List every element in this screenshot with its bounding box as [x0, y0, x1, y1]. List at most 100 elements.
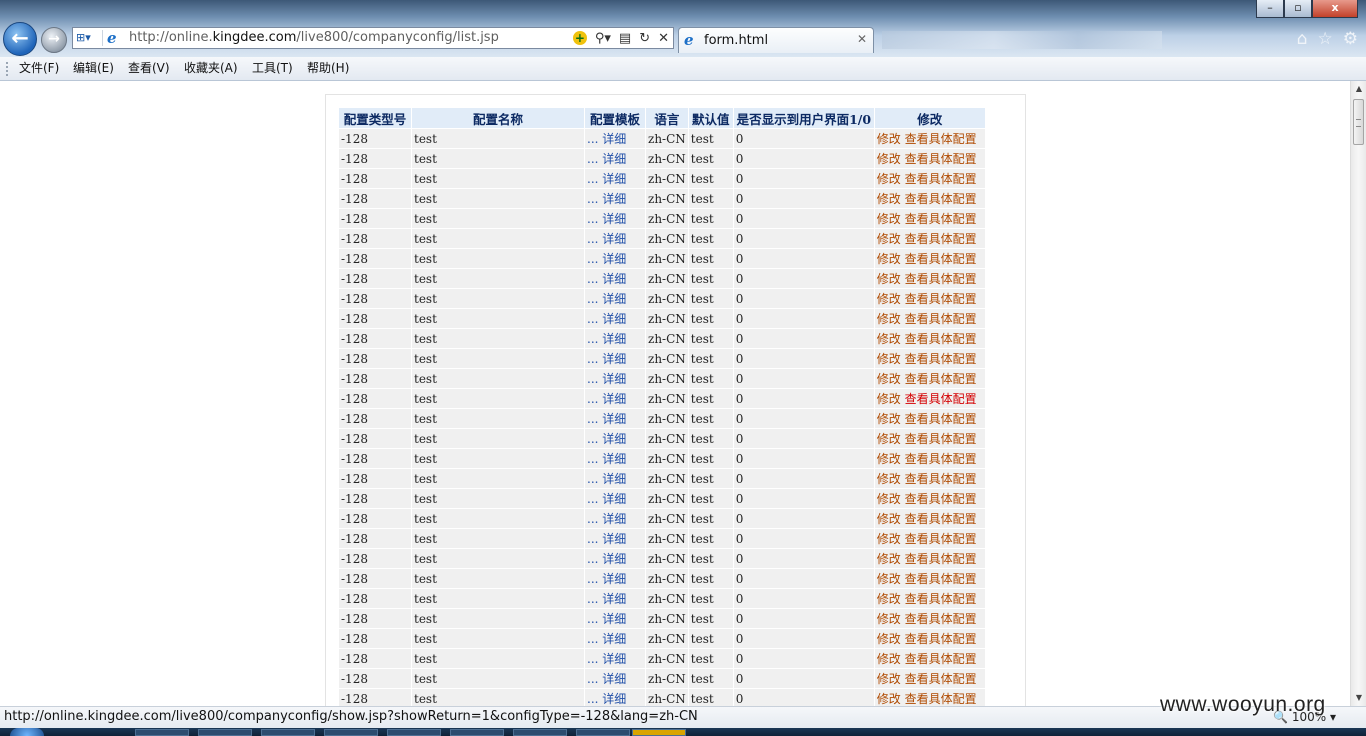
detail-link[interactable]: 详细 [602, 552, 626, 566]
edit-link[interactable]: 修改 [877, 392, 901, 406]
detail-link[interactable]: 详细 [602, 692, 626, 706]
template-dots-link[interactable]: ... [587, 152, 598, 166]
view-config-link[interactable]: 查看具体配置 [905, 512, 977, 526]
detail-link[interactable]: 详细 [602, 312, 626, 326]
detail-link[interactable]: 详细 [602, 252, 626, 266]
address-url[interactable]: http://online.kingdee.com/live800/compan… [129, 28, 499, 48]
edit-link[interactable]: 修改 [877, 172, 901, 186]
edit-link[interactable]: 修改 [877, 452, 901, 466]
template-dots-link[interactable]: ... [587, 372, 598, 386]
edit-link[interactable]: 修改 [877, 632, 901, 646]
detail-link[interactable]: 详细 [602, 332, 626, 346]
detail-link[interactable]: 详细 [602, 472, 626, 486]
template-dots-link[interactable]: ... [587, 692, 598, 706]
detail-link[interactable]: 详细 [602, 632, 626, 646]
template-dots-link[interactable]: ... [587, 452, 598, 466]
view-config-link[interactable]: 查看具体配置 [905, 652, 977, 666]
detail-link[interactable]: 详细 [602, 232, 626, 246]
view-config-link[interactable]: 查看具体配置 [905, 452, 977, 466]
view-config-link[interactable]: 查看具体配置 [905, 492, 977, 506]
view-config-link[interactable]: 查看具体配置 [905, 572, 977, 586]
view-config-link[interactable]: 查看具体配置 [905, 192, 977, 206]
edit-link[interactable]: 修改 [877, 252, 901, 266]
edit-link[interactable]: 修改 [877, 272, 901, 286]
scroll-thumb[interactable] [1353, 99, 1364, 145]
edit-link[interactable]: 修改 [877, 212, 901, 226]
minimize-button[interactable]: – [1256, 0, 1284, 18]
template-dots-link[interactable]: ... [587, 292, 598, 306]
edit-link[interactable]: 修改 [877, 432, 901, 446]
back-button[interactable]: ← [3, 22, 37, 56]
vertical-scrollbar[interactable]: ▲ ▼ [1350, 81, 1366, 706]
template-dots-link[interactable]: ... [587, 552, 598, 566]
template-dots-link[interactable]: ... [587, 332, 598, 346]
forward-button[interactable]: → [41, 27, 67, 53]
view-config-link[interactable]: 查看具体配置 [905, 372, 977, 386]
detail-link[interactable]: 详细 [602, 492, 626, 506]
search-icon[interactable]: ⚲▾ [595, 31, 611, 46]
maximize-button[interactable]: ▫ [1284, 0, 1312, 18]
detail-link[interactable]: 详细 [602, 532, 626, 546]
template-dots-link[interactable]: ... [587, 132, 598, 146]
edit-link[interactable]: 修改 [877, 652, 901, 666]
detail-link[interactable]: 详细 [602, 452, 626, 466]
edit-link[interactable]: 修改 [877, 152, 901, 166]
home-icon[interactable]: ⌂ [1297, 29, 1308, 49]
detail-link[interactable]: 详细 [602, 272, 626, 286]
menu-view[interactable]: 查看(V) [124, 57, 174, 80]
template-dots-link[interactable]: ... [587, 512, 598, 526]
detail-link[interactable]: 详细 [602, 572, 626, 586]
edit-link[interactable]: 修改 [877, 472, 901, 486]
address-bar[interactable]: ⊞▾ e http://online.kingdee.com/live800/c… [72, 27, 674, 49]
stop-icon[interactable]: ✕ [658, 31, 669, 46]
taskbar-app-5[interactable] [387, 729, 441, 736]
edit-link[interactable]: 修改 [877, 412, 901, 426]
view-config-link[interactable]: 查看具体配置 [905, 692, 977, 706]
view-config-link[interactable]: 查看具体配置 [905, 612, 977, 626]
detail-link[interactable]: 详细 [602, 132, 626, 146]
template-dots-link[interactable]: ... [587, 212, 598, 226]
detail-link[interactable]: 详细 [602, 372, 626, 386]
view-config-link[interactable]: 查看具体配置 [905, 352, 977, 366]
detail-link[interactable]: 详细 [602, 592, 626, 606]
template-dots-link[interactable]: ... [587, 432, 598, 446]
template-dots-link[interactable]: ... [587, 592, 598, 606]
edit-link[interactable]: 修改 [877, 492, 901, 506]
tab-close-icon[interactable]: ✕ [857, 32, 867, 46]
rss-icon[interactable]: ▤ [619, 31, 631, 46]
edit-link[interactable]: 修改 [877, 592, 901, 606]
edit-link[interactable]: 修改 [877, 372, 901, 386]
taskbar-app-3[interactable] [261, 729, 315, 736]
view-config-link[interactable]: 查看具体配置 [905, 132, 977, 146]
view-config-link[interactable]: 查看具体配置 [905, 552, 977, 566]
view-config-link[interactable]: 查看具体配置 [905, 152, 977, 166]
template-dots-link[interactable]: ... [587, 252, 598, 266]
edit-link[interactable]: 修改 [877, 232, 901, 246]
refresh-icon[interactable]: ↻ [639, 31, 650, 46]
menu-file[interactable]: 文件(F) [15, 57, 63, 80]
detail-link[interactable]: 详细 [602, 172, 626, 186]
template-dots-link[interactable]: ... [587, 532, 598, 546]
taskbar-app-6[interactable] [450, 729, 504, 736]
template-dots-link[interactable]: ... [587, 272, 598, 286]
taskbar-app-4[interactable] [324, 729, 378, 736]
detail-link[interactable]: 详细 [602, 292, 626, 306]
template-dots-link[interactable]: ... [587, 652, 598, 666]
view-config-link[interactable]: 查看具体配置 [905, 672, 977, 686]
view-config-link[interactable]: 查看具体配置 [905, 592, 977, 606]
detail-link[interactable]: 详细 [602, 392, 626, 406]
detail-link[interactable]: 详细 [602, 512, 626, 526]
edit-link[interactable]: 修改 [877, 312, 901, 326]
settings-gear-icon[interactable]: ⚙ [1343, 29, 1358, 49]
menu-help[interactable]: 帮助(H) [303, 57, 353, 80]
addon-plus-icon[interactable]: + [572, 31, 587, 45]
compatibility-view-icon[interactable]: ⊞▾ [76, 30, 103, 46]
detail-link[interactable]: 详细 [602, 412, 626, 426]
view-config-link[interactable]: 查看具体配置 [905, 292, 977, 306]
view-config-link[interactable]: 查看具体配置 [905, 272, 977, 286]
edit-link[interactable]: 修改 [877, 552, 901, 566]
template-dots-link[interactable]: ... [587, 672, 598, 686]
view-config-link[interactable]: 查看具体配置 [905, 172, 977, 186]
detail-link[interactable]: 详细 [602, 192, 626, 206]
edit-link[interactable]: 修改 [877, 612, 901, 626]
